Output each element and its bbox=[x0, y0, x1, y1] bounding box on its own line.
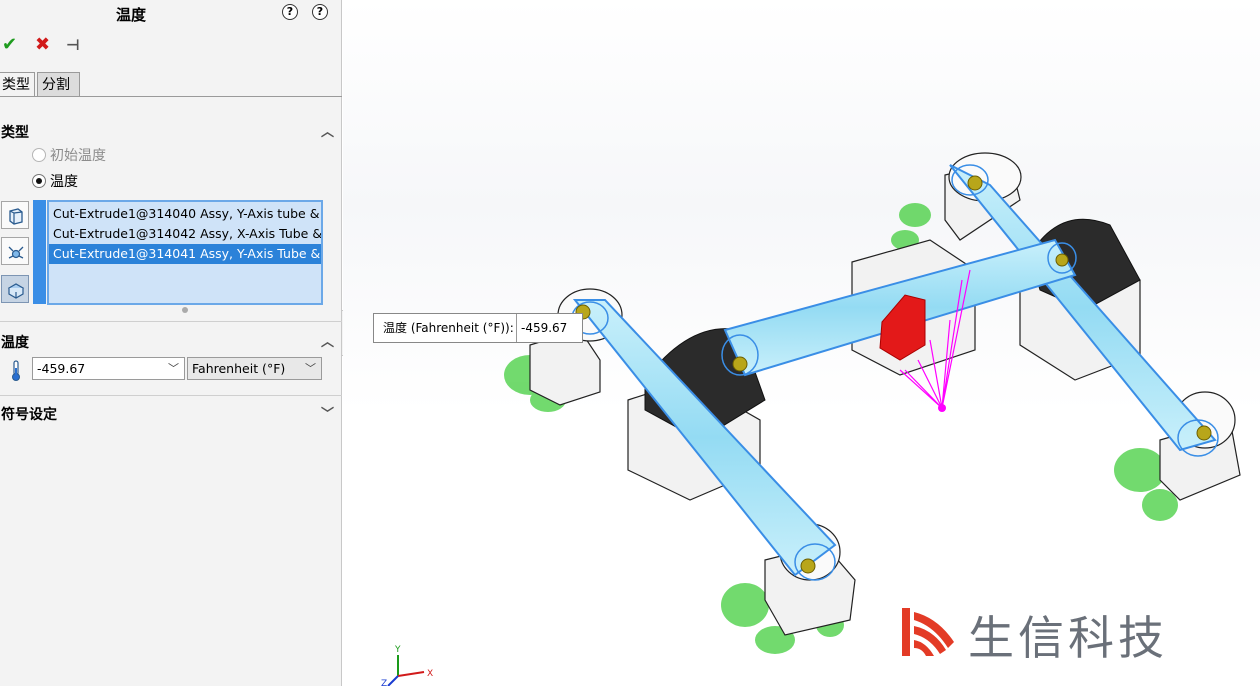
temperature-callout[interactable]: 温度 (Fahrenheit (°F)): -459.67 bbox=[373, 313, 583, 343]
list-item[interactable]: Cut-Extrude1@314042 Assy, X-Axis Tube & … bbox=[49, 224, 321, 244]
temperature-section-header[interactable]: 温度 ︿ bbox=[0, 330, 342, 352]
triad-y-label: Y bbox=[394, 645, 401, 655]
chevron-up-icon[interactable]: ︿ bbox=[321, 331, 334, 350]
temperature-value: -459.67 bbox=[37, 361, 86, 376]
model-assembly[interactable]: Y X Z bbox=[343, 0, 1260, 686]
unit-select[interactable]: Fahrenheit (°F) ﹀ bbox=[187, 357, 322, 380]
property-manager-panel: 温度 ? ? ✔ ✖ ⊣ 类型 分割 类型 ︿ 初始温度 温度 Cut-Extr… bbox=[0, 0, 342, 686]
face-icon bbox=[9, 208, 23, 225]
chevron-down-icon[interactable]: ﹀ bbox=[321, 403, 334, 422]
cancel-x-icon[interactable]: ✖ bbox=[35, 34, 50, 56]
body-icon bbox=[7, 283, 25, 299]
radio-label: 温度 bbox=[50, 174, 78, 190]
y-axis-tube-right bbox=[949, 164, 1217, 452]
thermometer-icon bbox=[12, 360, 20, 381]
assembly-icon bbox=[8, 246, 24, 259]
triad-z-label: Z bbox=[381, 679, 387, 686]
accept-check-icon[interactable]: ✔ bbox=[2, 34, 17, 56]
symbol-section-header[interactable]: 符号设定 ﹀ bbox=[0, 402, 342, 424]
chevron-down-icon[interactable]: ﹀ bbox=[168, 358, 179, 379]
chevron-down-icon[interactable]: ﹀ bbox=[305, 358, 316, 379]
chevron-up-icon[interactable]: ︿ bbox=[321, 121, 334, 140]
help-icon[interactable]: ? bbox=[312, 4, 328, 20]
resize-grip[interactable] bbox=[182, 307, 188, 313]
tab-split[interactable]: 分割 bbox=[37, 72, 80, 97]
logo-icon bbox=[902, 608, 954, 656]
triad-x-label: X bbox=[427, 669, 433, 679]
selection-list[interactable]: Cut-Extrude1@314040 Assy, Y-Axis tube & … bbox=[47, 200, 323, 305]
radio-label: 初始温度 bbox=[50, 148, 106, 164]
tab-type-label: 类型 bbox=[2, 77, 30, 93]
list-item-selected[interactable]: Cut-Extrude1@314041 Assy, Y-Axis Tube & … bbox=[49, 244, 321, 264]
radio-button[interactable] bbox=[32, 148, 46, 162]
temperature-section-title: 温度 bbox=[1, 335, 29, 351]
unit-value: Fahrenheit (°F) bbox=[192, 361, 286, 376]
callout-value-input[interactable]: -459.67 bbox=[516, 314, 582, 342]
whats-new-help-icon[interactable]: ? bbox=[282, 4, 298, 20]
radio-button[interactable] bbox=[32, 174, 46, 188]
section-divider bbox=[0, 395, 342, 396]
section-divider bbox=[0, 321, 342, 322]
panel-title-row: 温度 ? ? bbox=[0, 0, 342, 28]
pin-icon[interactable]: ⊣ bbox=[66, 34, 80, 56]
body-select-button[interactable] bbox=[1, 275, 29, 303]
type-section-title: 类型 bbox=[1, 125, 29, 141]
type-section-header[interactable]: 类型 ︿ bbox=[0, 120, 342, 142]
radio-temperature[interactable]: 温度 bbox=[32, 171, 78, 191]
tab-type[interactable]: 类型 bbox=[0, 72, 35, 97]
selection-box-indicator bbox=[33, 200, 46, 304]
radio-initial-temperature[interactable]: 初始温度 bbox=[32, 145, 106, 165]
tab-split-label: 分割 bbox=[42, 77, 70, 93]
assembly-select-button[interactable] bbox=[1, 237, 29, 265]
panel-title: 温度 bbox=[116, 6, 147, 24]
list-item[interactable]: Cut-Extrude1@314040 Assy, Y-Axis tube & … bbox=[49, 204, 321, 224]
load-point bbox=[938, 404, 946, 412]
graphics-viewport[interactable]: Y X Z bbox=[343, 0, 1260, 686]
symbol-section-title: 符号设定 bbox=[1, 407, 57, 423]
orientation-triad[interactable]: Y X Z bbox=[381, 645, 433, 686]
temperature-value-input[interactable]: -459.67 ﹀ bbox=[32, 357, 185, 380]
face-select-button[interactable] bbox=[1, 201, 29, 229]
tab-divider bbox=[0, 96, 342, 97]
action-buttons: ✔ ✖ ⊣ bbox=[0, 34, 342, 56]
callout-label: 温度 (Fahrenheit (°F)): bbox=[383, 321, 514, 335]
watermark-text: 生信科技 bbox=[968, 611, 1168, 665]
